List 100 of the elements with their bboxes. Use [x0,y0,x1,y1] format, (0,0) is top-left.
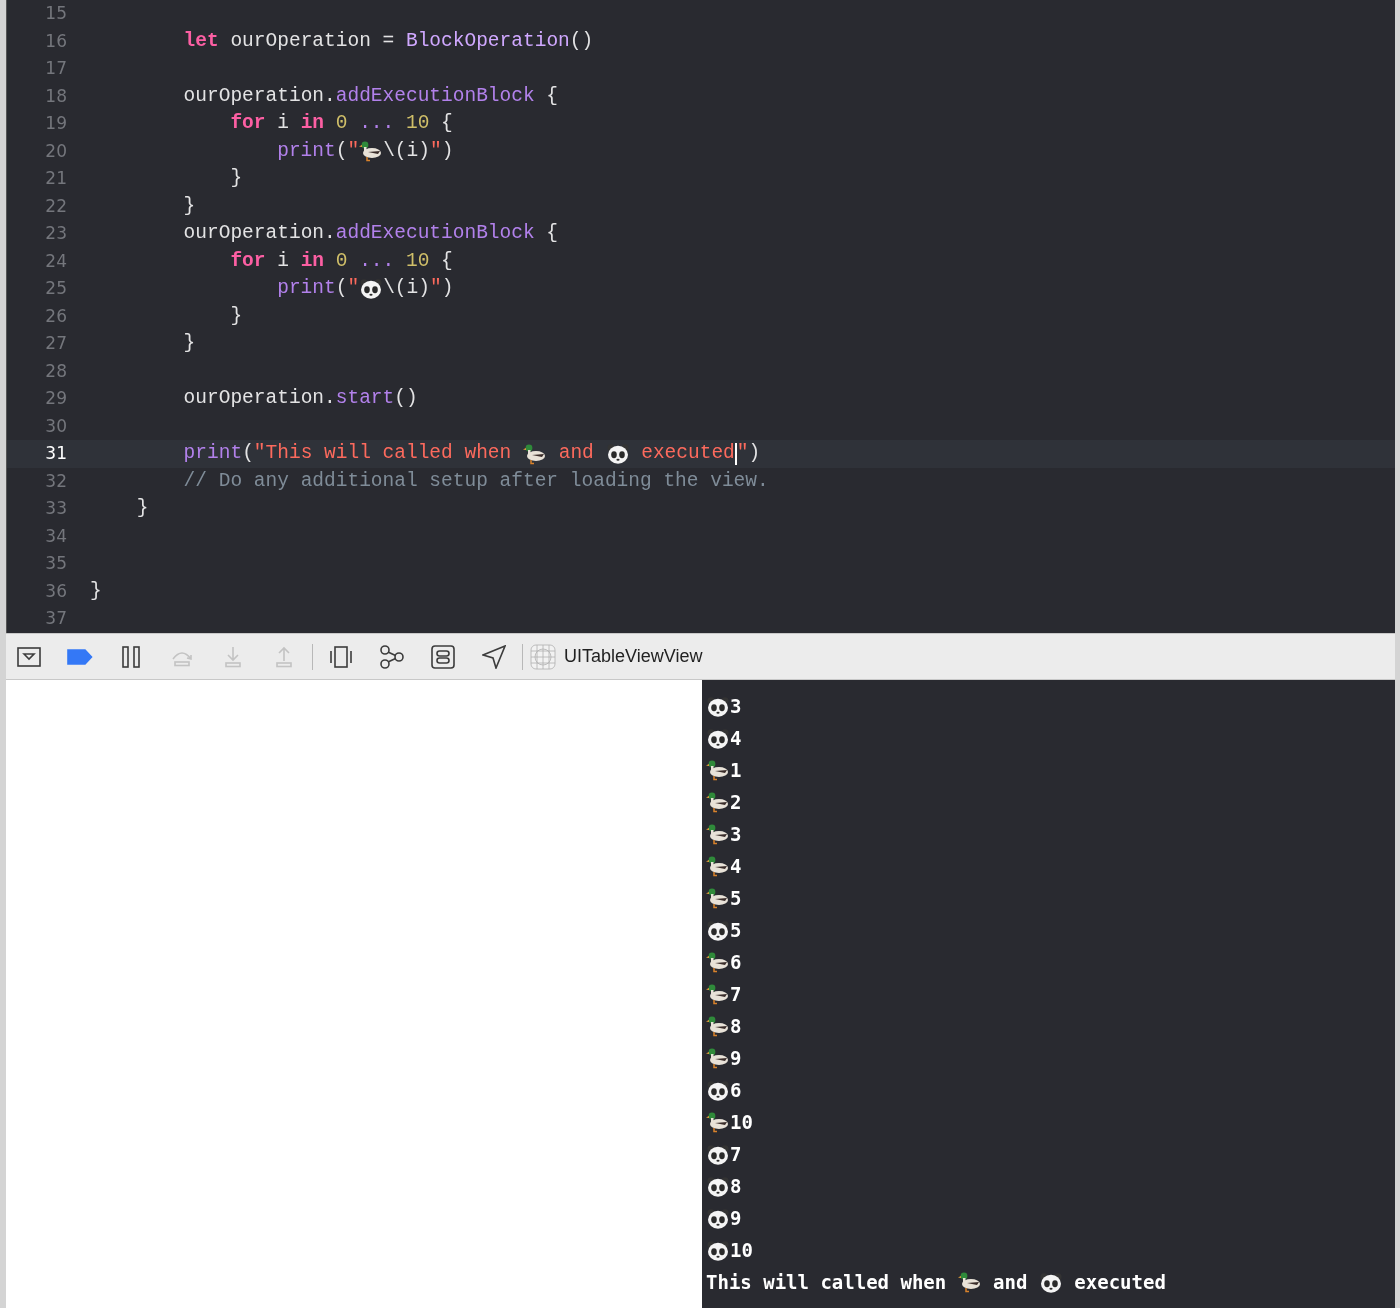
code-text: print(" [277,138,360,164]
code-text: print(" [277,276,360,302]
duck-icon [706,1015,730,1037]
line-number: 19 [44,112,67,135]
pause-icon [122,645,140,668]
target-label[interactable]: UITableViewView [564,643,703,670]
panda-icon [706,1079,730,1101]
console-text: 4 [730,725,742,751]
panda-icon [605,443,630,465]
line-number: 18 [44,84,67,108]
code-text: ourOperation.addExecutionBlock { [183,83,559,109]
code-text: print("This will called when [183,441,513,467]
line-number: 21 [44,167,67,190]
line-number: 15 [44,2,67,25]
code-text: } [230,166,243,192]
text-cursor [734,442,737,465]
console-text: 3 [730,693,742,719]
line-number: 16 [44,29,67,53]
console-text: 8 [730,1173,742,1199]
line-number: 35 [44,552,67,575]
console-text: 2 [730,789,742,815]
panda-icon [706,695,730,717]
code-text: } [230,303,243,329]
download-icon [224,645,242,668]
line-number: 27 [44,332,67,355]
upload-icon [275,645,293,668]
console-text: and [992,1269,1029,1295]
code-text: } [183,331,196,357]
code-text: } [90,578,102,604]
console-text: 1 [730,757,742,783]
console-text: 10 [730,1109,753,1135]
code-text: let ourOperation = BlockOperation() [183,28,594,54]
panda-icon [1038,1271,1063,1293]
console-text: 9 [730,1045,742,1071]
line-number: 33 [44,497,67,520]
line-number: 22 [44,194,67,218]
console-text: 7 [730,981,742,1007]
graph-icon [379,644,405,669]
console-text: 10 [730,1237,753,1263]
duck-icon [359,140,384,163]
console-text: executed [1073,1269,1166,1295]
console-text: 7 [730,1141,742,1167]
line-number: 37 [44,607,67,630]
line-number: 30 [44,414,67,438]
panda-icon [706,919,730,941]
console-text: 6 [730,1077,742,1103]
code-text: executed [640,441,735,467]
duck-icon [706,791,730,813]
console-text: 5 [730,917,742,943]
code-text: } [136,496,149,522]
panda-icon [706,1143,730,1165]
code-text: ") [736,441,761,467]
panda-icon [706,1239,730,1261]
console-text: 6 [730,949,742,975]
console-text: 9 [730,1205,742,1231]
line-number: 26 [44,304,67,328]
code-text: ourOperation.addExecutionBlock { [183,221,559,247]
line-number: 24 [44,249,67,273]
panda-icon [706,727,730,749]
duck-icon [706,1111,730,1133]
app-grid-icon [530,643,556,670]
line-number: 20 [44,139,67,163]
console-text: 4 [730,853,742,879]
line-number: 31 [44,442,67,465]
panel-toggle-icon [17,646,41,667]
panda-icon [359,278,384,300]
duck-icon [523,442,547,465]
layers-icon [330,645,352,668]
console-text: 8 [730,1013,742,1039]
console-text: 3 [730,821,742,847]
line-number: 36 [44,579,67,603]
code-text: and [557,441,595,467]
duck-icon [957,1271,982,1293]
toggles-icon [431,644,455,669]
line-number: 23 [44,222,67,245]
line-number: 25 [44,277,67,300]
duck-icon [706,1047,730,1069]
location-arrow-icon [482,644,506,669]
panda-icon [706,1207,730,1229]
duck-icon [706,887,730,909]
line-number: 34 [44,524,67,548]
console-text: 5 [730,885,742,911]
line-number: 29 [44,387,67,410]
code-text: for i in 0 ... 10 { [230,111,453,137]
panda-icon [706,1175,730,1197]
line-number: 17 [44,57,67,80]
line-number: 32 [44,469,67,493]
duck-icon [706,855,730,877]
tag-icon [67,648,93,665]
line-number: 28 [44,359,67,383]
code-text: for i in 0 ... 10 { [230,248,453,274]
code-text: \(i)") [383,276,454,302]
code-text: ourOperation.start() [183,386,418,412]
code-text: } [183,193,196,219]
duck-icon [706,823,730,845]
console-text: This will called when [706,1269,948,1295]
duck-icon [706,951,730,973]
duck-icon [706,759,730,781]
code-text: // Do any additional setup after loading the view. [183,468,769,494]
duck-icon [706,983,730,1005]
